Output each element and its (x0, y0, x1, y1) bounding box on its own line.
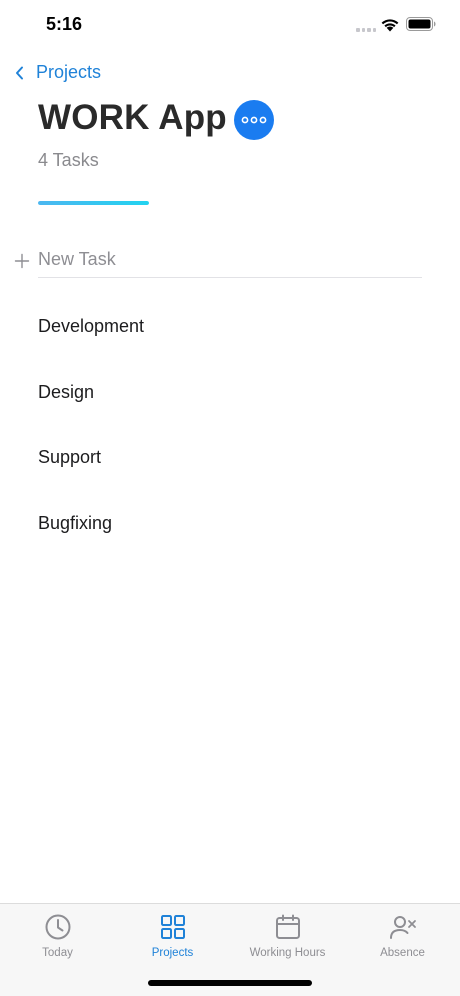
back-label: Projects (36, 62, 102, 82)
page-title: WORK App (38, 98, 227, 137)
task-item-support[interactable]: Support (38, 441, 428, 507)
chevron-left-icon (16, 66, 23, 79)
progress-bar (38, 201, 149, 205)
tab-label-absence: Absence (380, 947, 425, 959)
home-indicator (148, 980, 312, 986)
more-options-button[interactable] (234, 100, 274, 140)
task-item-development[interactable]: Development (38, 310, 428, 376)
grid-icon (160, 915, 185, 939)
person-x-icon (389, 916, 416, 939)
status-bar: 5:16 (0, 0, 460, 50)
ellipsis-icon (241, 116, 267, 124)
back-button[interactable]: Projects (14, 62, 101, 83)
calendar-icon (275, 914, 300, 939)
tab-label-working-hours: Working Hours (249, 947, 326, 959)
task-item-bugfixing[interactable]: Bugfixing (38, 507, 428, 573)
progress-fill (38, 201, 149, 205)
cellular-signal-icon (356, 28, 376, 32)
wifi-icon (381, 19, 399, 32)
tab-today[interactable]: Today (0, 904, 115, 996)
status-time: 5:16 (46, 14, 83, 34)
tab-absence[interactable]: Absence (345, 904, 460, 996)
clock-icon (45, 914, 70, 940)
task-count: 4 Tasks (38, 150, 99, 170)
task-list: Development Design Support Bugfixing (38, 310, 428, 572)
new-task-row (14, 248, 422, 278)
tab-label-today: Today (42, 947, 73, 959)
tab-label-projects: Projects (151, 947, 194, 959)
battery-icon (406, 17, 436, 31)
new-task-input[interactable] (38, 248, 422, 278)
plus-icon[interactable] (14, 253, 30, 269)
task-item-design[interactable]: Design (38, 376, 428, 442)
